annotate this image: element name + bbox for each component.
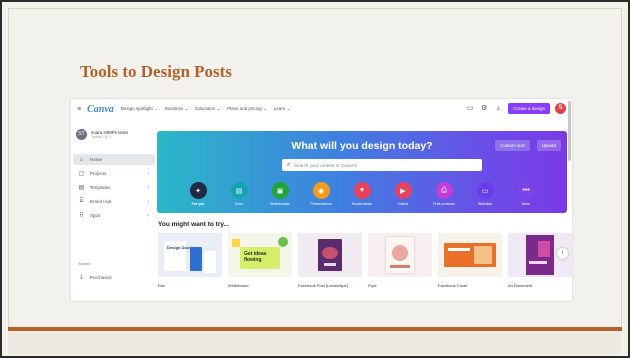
sidebar-item-label: Home — [90, 157, 103, 162]
team-name: suara HIMPs team — [91, 129, 129, 135]
hero-banner: What will you design today? Custom size … — [157, 131, 567, 213]
sparkle-icon: ✦ — [189, 182, 207, 199]
card-facebook-post-thumbnail[interactable] — [298, 233, 362, 277]
scrollbar[interactable] — [568, 101, 571, 161]
team-avatar: ST — [76, 129, 87, 140]
category-websites[interactable]: ▭ Websites — [469, 182, 502, 206]
card-label-doc[interactable]: Doc — [158, 283, 165, 288]
sidebar-item-label: Templates — [90, 185, 111, 190]
sidebar-item-projects[interactable]: ▢ Projects › — [73, 168, 155, 179]
card-whiteboard-thumbnail[interactable]: Get ideas flowing — [228, 233, 292, 277]
user-avatar[interactable]: S — [555, 103, 566, 114]
category-whiteboards[interactable]: ▣ Whiteboards — [264, 182, 297, 206]
card-doc-thumbnail[interactable]: Design Docs — [158, 233, 222, 277]
canva-screenshot: ≡ Canva Design spotlight ⌄ Business ⌄ Ed… — [71, 99, 572, 301]
category-docs[interactable]: ▤ Docs — [223, 182, 256, 206]
chevron-right-icon[interactable]: › — [557, 248, 568, 259]
sidebar-item-brand-hub[interactable]: ⌸ Brand Hub › — [73, 196, 155, 207]
card-label-facebook-cover[interactable]: Facebook Cover — [438, 283, 467, 288]
sidebar-item-label: Purchased — [90, 275, 112, 280]
category-presentations[interactable]: ◉ Presentations — [305, 182, 338, 206]
category-label: For you — [191, 202, 205, 206]
bell-icon[interactable]: ♪ — [494, 105, 502, 113]
category-for-you[interactable]: ✦ For you — [182, 182, 215, 206]
sidebar-item-templates[interactable]: ▤ Templates › — [73, 182, 155, 193]
whiteboard-icon: ▣ — [271, 182, 289, 199]
chevron-right-icon: › — [147, 198, 149, 205]
card-whiteboard-text: Get ideas flowing — [244, 251, 267, 263]
card-label-a4-document[interactable]: A4 Document — [508, 283, 532, 288]
card-label-flyer[interactable]: Flyer — [368, 283, 377, 288]
nav-business[interactable]: Business ⌄ — [165, 106, 188, 112]
top-nav: Design spotlight ⌄ Business ⌄ Education … — [121, 106, 297, 112]
suggestions-title: You might want to try... — [158, 221, 229, 228]
template-icon: ▤ — [78, 185, 85, 191]
apps-icon: ⠿ — [79, 213, 84, 219]
custom-size-button[interactable]: Custom size — [495, 140, 530, 151]
category-label: Presentations — [310, 202, 332, 206]
canva-topbar: ≡ Canva Design spotlight ⌄ Business ⌄ Ed… — [71, 99, 572, 119]
footer-band — [8, 331, 622, 354]
team-sub: Teams • 丝 1 — [91, 134, 111, 139]
category-label: Social media — [351, 202, 373, 206]
category-row: ✦ For you ▤ Docs ▣ Whiteboards ◉ Present… — [157, 182, 567, 206]
sidebar: ST suara HIMPs team Teams • 丝 1 ⌂ Home ▢… — [71, 121, 157, 301]
nav-learn[interactable]: Learn ⌄ — [274, 106, 291, 112]
category-more[interactable]: ••• More — [510, 182, 543, 206]
card-flyer-thumbnail[interactable] — [368, 233, 432, 277]
website-icon: ▭ — [476, 182, 494, 199]
topbar-actions: ▭ ⚙ ♪ Create a design S — [466, 103, 566, 114]
heart-icon: ♥ — [353, 182, 371, 199]
print-icon: ⎙ — [435, 182, 453, 199]
sidebar-item-home[interactable]: ⌂ Home — [73, 154, 155, 165]
brand-icon: ⌸ — [79, 198, 84, 204]
card-facebook-cover-thumbnail[interactable] — [438, 233, 502, 277]
card-label-facebook-post[interactable]: Facebook Post (Landscape) — [298, 283, 348, 288]
canva-logo[interactable]: Canva — [87, 104, 114, 115]
nav-design-spotlight[interactable]: Design spotlight ⌄ — [121, 106, 158, 112]
chevron-right-icon: › — [147, 170, 149, 177]
category-label: Websites — [477, 202, 493, 206]
nav-education[interactable]: Education ⌄ — [195, 106, 220, 112]
sidebar-item-apps[interactable]: ⠿ Apps › — [73, 210, 155, 221]
create-design-button[interactable]: Create a design — [508, 103, 550, 114]
category-label: Videos — [397, 202, 409, 206]
nav-plans-pricing[interactable]: Plans and pricing ⌄ — [227, 106, 267, 112]
more-icon: ••• — [517, 182, 535, 199]
search-input[interactable]: ⌕ Search your content or Canva's — [282, 159, 482, 171]
category-label: Print products — [433, 202, 455, 206]
video-icon: ▶ — [394, 182, 412, 199]
category-print-products[interactable]: ⎙ Print products — [428, 182, 461, 206]
sidebar-item-label: Projects — [90, 171, 107, 176]
sidebar-item-purchased[interactable]: ⤓ Purchased — [73, 272, 155, 283]
card-label-whiteboard[interactable]: Whiteboard — [228, 283, 248, 288]
sidebar-item-label: Apps — [90, 213, 101, 218]
slide: Tools to Design Posts ≡ Canva Design spo… — [0, 0, 630, 358]
folder-icon: ▢ — [78, 171, 85, 177]
settings-icon[interactable]: ⚙ — [480, 105, 488, 113]
search-placeholder: Search your content or Canva's — [294, 162, 357, 168]
chevron-right-icon: › — [147, 212, 149, 219]
category-label: More — [522, 202, 530, 206]
category-social-media[interactable]: ♥ Social media — [346, 182, 379, 206]
home-icon: ⌂ — [79, 156, 84, 163]
download-icon: ⤓ — [80, 274, 83, 280]
upload-button[interactable]: Upload — [536, 140, 561, 151]
category-videos[interactable]: ▶ Videos — [387, 182, 420, 206]
menu-icon[interactable]: ≡ — [77, 106, 81, 113]
team-switcher[interactable]: ST suara HIMPs team Teams • 丝 1 — [76, 129, 128, 140]
doc-icon: ▤ — [230, 182, 248, 199]
sidebar-item-label: Brand Hub — [90, 199, 112, 204]
search-icon: ⌕ — [287, 161, 291, 168]
monitor-icon[interactable]: ▭ — [466, 105, 474, 113]
chevron-right-icon: › — [147, 184, 149, 191]
starred-section-label: Starred — [78, 262, 91, 266]
category-label: Whiteboards — [270, 202, 290, 206]
category-label: Docs — [235, 202, 243, 206]
presentation-icon: ◉ — [312, 182, 330, 199]
slide-title: Tools to Design Posts — [80, 62, 232, 81]
